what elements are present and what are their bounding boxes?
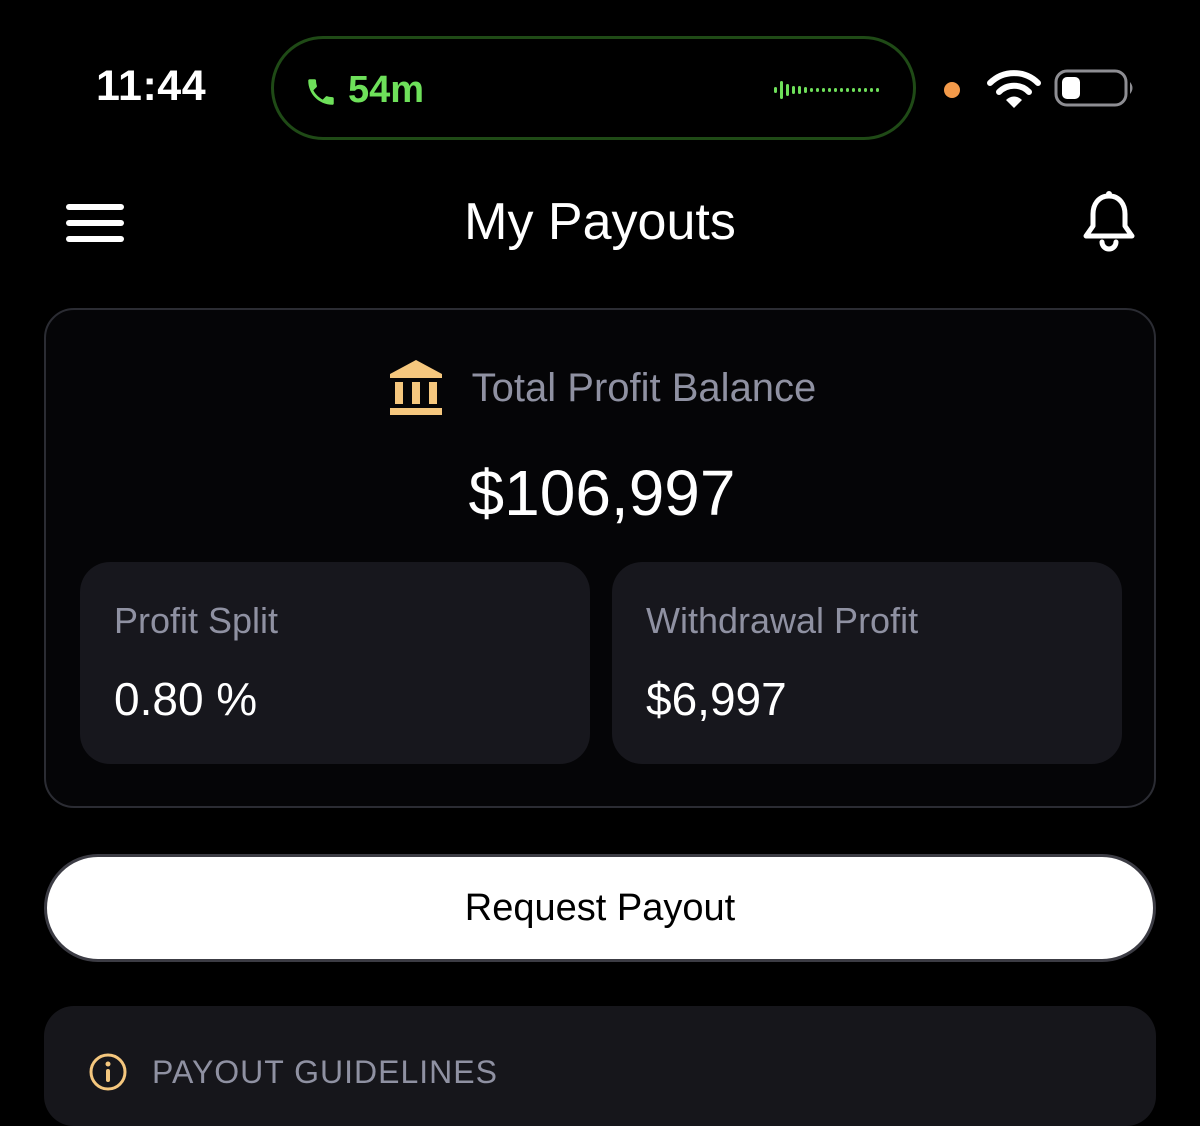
- payout-guidelines-panel[interactable]: PAYOUT GUIDELINES: [44, 1006, 1156, 1126]
- mic-indicator: [944, 82, 960, 98]
- bell-icon[interactable]: [1080, 190, 1138, 252]
- balance-card: Total Profit Balance $106,997 Profit Spl…: [44, 308, 1156, 808]
- audio-wave-icon: [774, 81, 879, 99]
- battery-icon: [1054, 69, 1133, 107]
- guidelines-title: PAYOUT GUIDELINES: [152, 1054, 498, 1090]
- dynamic-island-call[interactable]: 54m: [271, 36, 916, 140]
- phone-icon: [308, 79, 334, 105]
- page-title: My Payouts: [464, 193, 736, 251]
- withdrawal-profit-box: Withdrawal Profit $6,997: [612, 562, 1122, 764]
- withdrawal-profit-label: Withdrawal Profit: [646, 600, 919, 641]
- profit-split-value: 0.80 %: [114, 673, 258, 725]
- bank-icon: [389, 360, 442, 415]
- status-time: 11:44: [96, 62, 207, 110]
- request-payout-button[interactable]: Request Payout: [44, 854, 1156, 962]
- profit-split-label: Profit Split: [114, 600, 279, 641]
- withdrawal-profit-value: $6,997: [646, 673, 787, 725]
- balance-label-row: Total Profit Balance: [46, 358, 1158, 418]
- call-duration: 54m: [348, 69, 425, 111]
- profit-split-box: Profit Split 0.80 %: [80, 562, 590, 764]
- balance-label: Total Profit Balance: [471, 365, 817, 410]
- wifi-icon: [987, 70, 1041, 108]
- balance-amount: $106,997: [468, 457, 736, 529]
- info-icon: [89, 1053, 127, 1091]
